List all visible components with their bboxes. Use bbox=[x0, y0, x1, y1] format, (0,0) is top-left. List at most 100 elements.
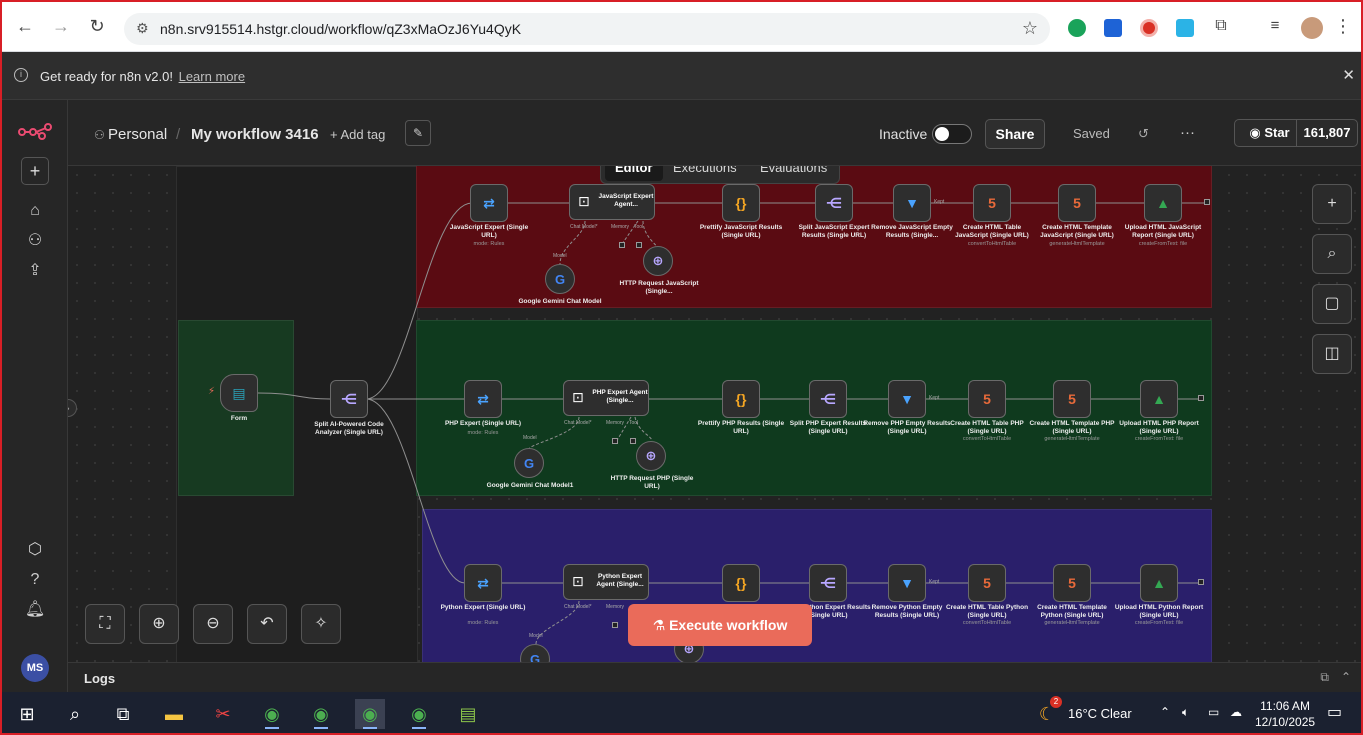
media-controls-icon[interactable]: ≡ bbox=[1264, 15, 1286, 37]
upload-python-report-node[interactable]: ▲ bbox=[1140, 564, 1178, 602]
upload-js-report-node[interactable]: ▲ bbox=[1144, 184, 1182, 222]
create-button[interactable]: + bbox=[21, 157, 49, 185]
user-icon[interactable]: ⚇ bbox=[22, 228, 48, 254]
search-icon[interactable]: ⌕ bbox=[60, 699, 90, 729]
extension-icon[interactable] bbox=[1068, 19, 1086, 37]
remove-python-empty-node[interactable]: ▼ bbox=[888, 564, 926, 602]
html-template-python-node[interactable]: 5 bbox=[1053, 564, 1091, 602]
chrome-icon[interactable]: ◉ bbox=[257, 699, 287, 729]
tidy-up-icon[interactable]: ✧ bbox=[301, 604, 341, 644]
more-options-icon[interactable]: ··· bbox=[1180, 124, 1195, 141]
html-table-php-node[interactable]: 5 bbox=[968, 380, 1006, 418]
weather-text[interactable]: 16°C Clear bbox=[1068, 706, 1132, 721]
add-node-button[interactable]: + bbox=[1312, 184, 1352, 224]
add-tool-port[interactable] bbox=[630, 438, 636, 444]
site-settings-icon[interactable]: ⚙ bbox=[136, 20, 149, 37]
add-tool-port[interactable] bbox=[636, 242, 642, 248]
chrome-icon[interactable]: ◉ bbox=[355, 699, 385, 729]
sticky-note-icon[interactable]: ▢ bbox=[1312, 284, 1352, 324]
windows-start-icon[interactable]: ⊞ bbox=[12, 699, 42, 729]
edit-description-icon[interactable]: ✎ bbox=[405, 120, 431, 146]
app-icon[interactable]: ✂ bbox=[208, 699, 238, 729]
php-agent-node[interactable]: ⊡ PHP Expert Agent (Single... bbox=[563, 380, 649, 416]
html-table-js-node[interactable]: 5 bbox=[973, 184, 1011, 222]
address-bar[interactable]: ⚙ n8n.srv915514.hstgr.cloud/workflow/qZ3… bbox=[124, 13, 1050, 45]
tab-editor[interactable]: Editor bbox=[605, 166, 663, 181]
extension-icon[interactable] bbox=[1176, 19, 1194, 37]
templates-icon[interactable]: ⬡ bbox=[22, 537, 48, 563]
notification-center-icon[interactable]: ▭ bbox=[1327, 702, 1342, 722]
popout-icon[interactable]: ⧉ bbox=[1320, 670, 1329, 685]
search-icon[interactable]: ⌕ bbox=[1312, 234, 1352, 274]
file-explorer-icon[interactable]: ▬ bbox=[159, 699, 189, 729]
github-star-button[interactable]: ◉ Star 161,807 bbox=[1234, 119, 1358, 147]
chevron-up-icon[interactable]: ⌃ bbox=[1341, 670, 1351, 684]
add-memory-port[interactable] bbox=[612, 622, 618, 628]
zoom-out-icon[interactable]: ⊖ bbox=[193, 604, 233, 644]
google-gemini-model1-node[interactable]: G bbox=[514, 448, 544, 478]
fit-view-icon[interactable]: ⛶ bbox=[85, 604, 125, 644]
logs-panel[interactable]: Logs ⧉ ⌃ bbox=[68, 662, 1361, 692]
html-table-python-node[interactable]: 5 bbox=[968, 564, 1006, 602]
html-template-php-node[interactable]: 5 bbox=[1053, 380, 1091, 418]
python-expert-switch-node[interactable]: ⇄ bbox=[464, 564, 502, 602]
chrome-icon[interactable]: ◉ bbox=[306, 699, 336, 729]
forward-icon[interactable]: → bbox=[50, 15, 72, 37]
html-template-js-node[interactable]: 5 bbox=[1058, 184, 1096, 222]
network-icon[interactable]: ☁ bbox=[1230, 705, 1242, 719]
add-node-port[interactable] bbox=[1204, 199, 1210, 205]
python-agent-node[interactable]: ⊡ Python Expert Agent (Single... bbox=[563, 564, 649, 600]
add-memory-port[interactable] bbox=[619, 242, 625, 248]
zoom-in-icon[interactable]: ⊕ bbox=[139, 604, 179, 644]
remove-php-empty-node[interactable]: ▼ bbox=[888, 380, 926, 418]
reload-icon[interactable]: ↻ bbox=[86, 15, 108, 37]
add-node-port[interactable] bbox=[1198, 579, 1204, 585]
history-icon[interactable]: ↺ bbox=[1138, 126, 1149, 142]
workflow-name[interactable]: My workflow 3416 bbox=[191, 126, 319, 143]
add-node-port[interactable] bbox=[1198, 395, 1204, 401]
add-tag-button[interactable]: + Add tag bbox=[330, 127, 385, 142]
http-request-php-node[interactable]: ⊕ bbox=[636, 441, 666, 471]
google-gemini-model-node[interactable]: G bbox=[545, 264, 575, 294]
split-code-analyzer-node[interactable]: ⋲ bbox=[330, 380, 368, 418]
php-expert-switch-node[interactable]: ⇄ bbox=[464, 380, 502, 418]
prettify-php-node[interactable]: {} bbox=[722, 380, 760, 418]
back-icon[interactable]: ← bbox=[14, 15, 36, 37]
app-icon[interactable]: ▤ bbox=[453, 699, 483, 729]
home-icon[interactable]: ⌂ bbox=[22, 198, 48, 224]
notifications-bell-icon[interactable]: 🔔︎ bbox=[22, 597, 48, 623]
extension-icon[interactable] bbox=[1104, 19, 1122, 37]
javascript-expert-switch-node[interactable]: ⇄ bbox=[470, 184, 508, 222]
speaker-icon[interactable]: 🔈︎ bbox=[1182, 705, 1189, 720]
http-request-js-node[interactable]: ⊕ bbox=[643, 246, 673, 276]
undo-icon[interactable]: ↶ bbox=[247, 604, 287, 644]
help-icon[interactable]: ? bbox=[22, 567, 48, 593]
form-node[interactable]: ▤ bbox=[220, 374, 258, 412]
add-memory-port[interactable] bbox=[612, 438, 618, 444]
extensions-puzzle-icon[interactable]: ⧉ bbox=[1210, 15, 1232, 37]
tab-evaluations[interactable]: Evaluations bbox=[750, 166, 837, 181]
share-button[interactable]: Share bbox=[985, 119, 1045, 149]
chevron-up-icon[interactable]: ⌃ bbox=[1160, 705, 1170, 719]
share-upload-icon[interactable]: ⇪ bbox=[22, 258, 48, 284]
remove-js-empty-node[interactable]: ▼ bbox=[893, 184, 931, 222]
user-avatar[interactable]: MS bbox=[21, 654, 49, 682]
battery-icon[interactable]: ▭ bbox=[1208, 705, 1219, 719]
upload-php-report-node[interactable]: ▲ bbox=[1140, 380, 1178, 418]
prettify-python-node[interactable]: {} bbox=[722, 564, 760, 602]
url-text[interactable]: n8n.srv915514.hstgr.cloud/workflow/qZ3xM… bbox=[160, 21, 521, 37]
browser-menu-icon[interactable]: ⋮ bbox=[1332, 15, 1354, 37]
active-toggle[interactable] bbox=[932, 124, 972, 144]
split-python-results-node[interactable]: ⋲ bbox=[809, 564, 847, 602]
execute-workflow-button[interactable]: ⚗ Execute workflow bbox=[628, 604, 812, 646]
record-extension-icon[interactable] bbox=[1140, 19, 1158, 37]
split-php-results-node[interactable]: ⋲ bbox=[809, 380, 847, 418]
task-view-icon[interactable]: ⧉ bbox=[108, 699, 138, 729]
project-breadcrumb[interactable]: Personal bbox=[108, 126, 167, 143]
panel-toggle-icon[interactable]: ◫ bbox=[1312, 334, 1352, 374]
learn-more-link[interactable]: Learn more bbox=[179, 69, 245, 84]
n8n-logo-icon[interactable] bbox=[18, 122, 52, 140]
profile-avatar[interactable] bbox=[1301, 17, 1323, 39]
system-clock[interactable]: 11:06 AM 12/10/2025 bbox=[1255, 698, 1315, 730]
tab-executions[interactable]: Executions bbox=[663, 166, 747, 181]
